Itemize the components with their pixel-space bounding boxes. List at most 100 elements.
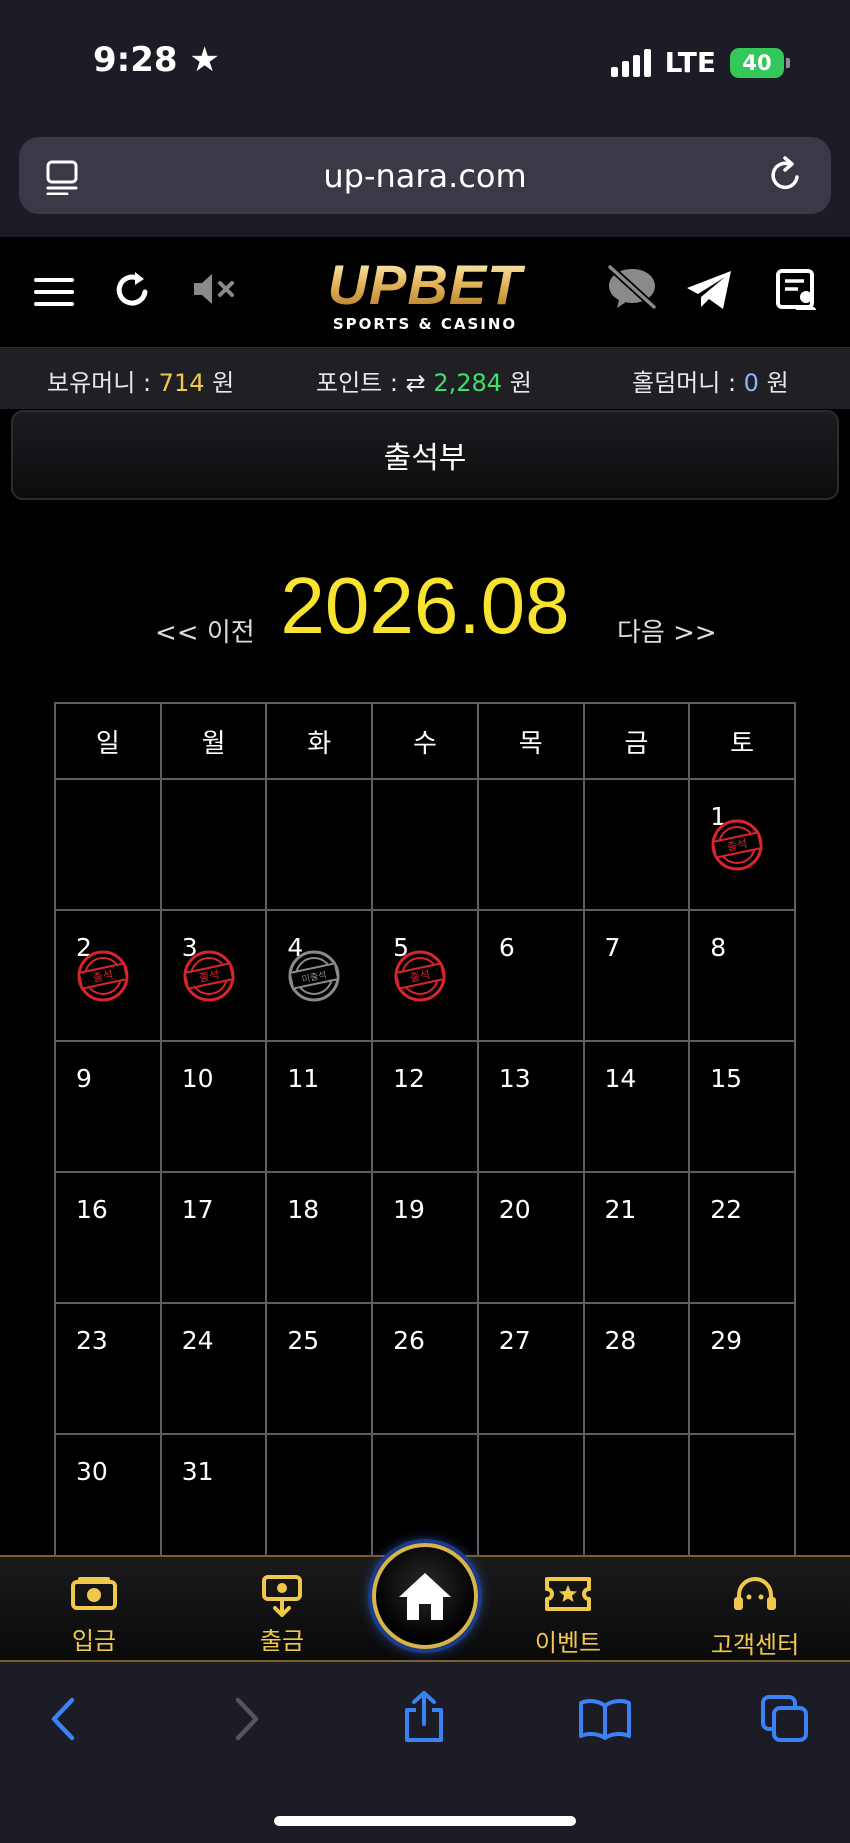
day-number: 17 xyxy=(181,1195,214,1224)
day-number: 20 xyxy=(498,1195,531,1224)
day-number: 7 xyxy=(604,933,621,962)
logo-sub-text: SPORTS & CASINO xyxy=(332,315,518,333)
calendar-day-cell: 23 xyxy=(54,1302,162,1435)
current-month: 2026.08 xyxy=(280,561,570,650)
nav-event-label: 이벤트 xyxy=(534,1629,602,1657)
share-icon[interactable] xyxy=(402,1690,446,1744)
calendar-empty-cell xyxy=(265,1433,374,1566)
attendance-calendar: 일 월 화 수 목 금 토 1 출석 2 출석 3 출석 4 미출석 5 출석 6 7 8 9 10 11 12… xyxy=(54,702,796,1566)
day-number: 30 xyxy=(76,1457,108,1486)
calendar-empty-cell xyxy=(582,1433,691,1566)
deposit-icon xyxy=(71,1577,117,1610)
calendar-empty-cell xyxy=(54,778,162,911)
prev-month-button[interactable]: << 이전 xyxy=(155,612,255,649)
calendar-week-row: 23 24 25 26 27 28 29 xyxy=(54,1302,796,1435)
refresh-icon[interactable] xyxy=(113,270,153,310)
chat-disabled-icon[interactable] xyxy=(604,263,660,311)
weekday-header: 일 xyxy=(54,702,162,780)
forward-icon[interactable] xyxy=(232,1696,262,1742)
calendar-day-cell: 16 xyxy=(54,1171,162,1304)
attended-stamp: 출석 xyxy=(711,819,763,871)
day-number: 9 xyxy=(76,1064,92,1093)
home-button[interactable] xyxy=(372,1543,478,1649)
site-header: UPBET SPORTS & CASINO xyxy=(0,237,850,347)
withdraw-icon xyxy=(262,1575,302,1617)
holdem-money: 홀덤머니 : 0 원 xyxy=(632,369,789,397)
attended-stamp: 출석 xyxy=(394,950,446,1002)
point-exchange-icon[interactable]: ⇄ xyxy=(406,369,426,397)
sound-muted-icon[interactable] xyxy=(192,272,238,306)
day-number: 11 xyxy=(287,1064,320,1093)
next-month-button[interactable]: 다음 >> xyxy=(617,612,717,649)
nav-withdraw[interactable]: 출금 xyxy=(217,1575,347,1656)
bookmarks-icon[interactable] xyxy=(578,1698,632,1740)
nav-support[interactable]: 고객센터 xyxy=(690,1575,820,1660)
points[interactable]: 포인트 : ⇄ 2,284 원 xyxy=(316,363,532,398)
back-icon[interactable] xyxy=(48,1696,78,1742)
calendar-day-cell: 17 xyxy=(159,1171,268,1304)
status-indicators: LTE 40 xyxy=(610,46,790,79)
hamburger-menu-icon[interactable] xyxy=(34,277,74,307)
telegram-icon[interactable] xyxy=(685,269,733,311)
calendar-day-cell: 27 xyxy=(476,1302,585,1435)
calendar-day-cell: 28 xyxy=(582,1302,691,1435)
points-value: 2,284 xyxy=(433,369,503,397)
calendar-day-cell: 11 xyxy=(265,1040,374,1173)
calendar-day-cell: 4 미출석 xyxy=(265,909,374,1042)
calendar-empty-cell xyxy=(159,778,268,911)
calendar-day-cell: 21 xyxy=(582,1171,691,1304)
calendar-day-cell: 13 xyxy=(476,1040,585,1173)
month-navigation: << 이전 2026.08 다음 >> xyxy=(0,560,850,660)
tabs-icon[interactable] xyxy=(760,1694,810,1744)
calendar-day-cell: 1 출석 xyxy=(688,778,796,911)
day-number: 22 xyxy=(710,1195,743,1224)
calendar-empty-cell xyxy=(688,1433,796,1566)
day-number: 18 xyxy=(287,1195,320,1224)
cellular-signal-icon xyxy=(610,48,651,77)
calendar-day-cell: 29 xyxy=(688,1302,796,1435)
weekday-header: 수 xyxy=(371,702,479,780)
calendar-day-cell: 24 xyxy=(159,1302,268,1435)
reload-icon[interactable] xyxy=(767,155,805,195)
calendar-day-cell: 14 xyxy=(582,1040,691,1173)
calendar-day-cell: 18 xyxy=(265,1171,374,1304)
event-ticket-icon xyxy=(545,1577,591,1611)
calendar-week-row: 16 17 18 19 20 21 22 xyxy=(54,1171,796,1304)
url-text[interactable]: up-nara.com xyxy=(19,157,831,195)
day-number: 12 xyxy=(393,1064,425,1093)
calendar-day-cell: 12 xyxy=(371,1040,479,1173)
nav-deposit[interactable]: 입금 xyxy=(29,1575,159,1656)
day-number: 6 xyxy=(498,933,515,962)
calendar-day-cell: 31 xyxy=(159,1433,268,1566)
calendar-day-cell: 22 xyxy=(688,1171,796,1304)
holding-money: 보유머니 : 714 원 xyxy=(47,369,235,397)
support-headset-icon xyxy=(734,1577,776,1610)
logo-main-text: UPBET xyxy=(305,257,545,313)
calendar-day-cell: 2 출석 xyxy=(54,909,162,1042)
day-number: 25 xyxy=(287,1326,320,1355)
weekday-header: 화 xyxy=(265,702,374,780)
calendar-day-cell: 9 xyxy=(54,1040,162,1173)
network-type: LTE xyxy=(664,46,716,79)
status-time: 9:28 ★ xyxy=(93,40,220,80)
weekday-header: 목 xyxy=(476,702,585,780)
nav-event[interactable]: 이벤트 xyxy=(503,1575,633,1658)
nav-deposit-label: 입금 xyxy=(71,1627,117,1655)
day-number: 13 xyxy=(498,1064,531,1093)
balance-bar: 보유머니 : 714 원 포인트 : ⇄ 2,284 원 홀덤머니 : 0 원 xyxy=(0,347,850,409)
browser-toolbar xyxy=(0,1662,850,1843)
calendar-day-cell: 25 xyxy=(265,1302,374,1435)
calendar-week-row: 9 10 11 12 13 14 15 xyxy=(54,1040,796,1173)
address-bar[interactable]: up-nara.com xyxy=(19,137,831,214)
day-number: 14 xyxy=(604,1064,637,1093)
app-bottom-nav: 입금 출금 이벤트 고객센터 xyxy=(0,1543,850,1662)
upbet-logo[interactable]: UPBET SPORTS & CASINO xyxy=(305,257,545,334)
calendar-empty-cell xyxy=(476,778,585,911)
holding-money-value: 714 xyxy=(158,369,205,397)
calendar-day-cell: 6 xyxy=(476,909,585,1042)
home-icon xyxy=(399,1573,451,1620)
weekday-header: 월 xyxy=(159,702,268,780)
day-number: 15 xyxy=(710,1064,743,1093)
notice-board-icon[interactable] xyxy=(776,269,818,311)
day-number: 27 xyxy=(498,1326,531,1355)
